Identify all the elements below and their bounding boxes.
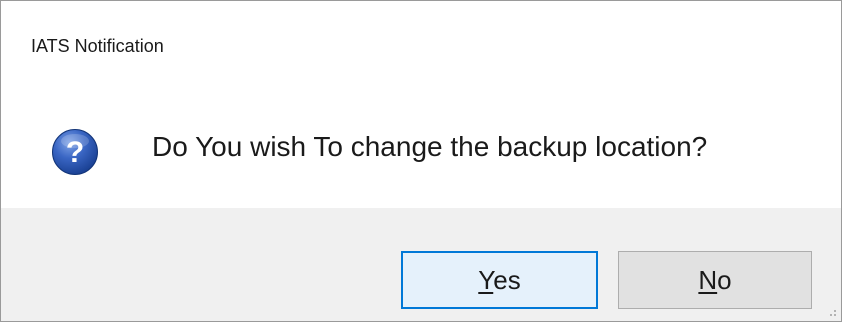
yes-mnemonic: Y bbox=[478, 264, 494, 295]
svg-text:?: ? bbox=[66, 136, 84, 169]
no-button-label: No bbox=[698, 265, 731, 296]
no-mnemonic: N bbox=[698, 264, 718, 295]
question-icon: ? bbox=[52, 129, 98, 175]
dialog-content: ? Do You wish To change the backup locat… bbox=[1, 71, 841, 208]
window-title: IATS Notification bbox=[31, 36, 164, 56]
no-button[interactable]: No bbox=[618, 251, 812, 309]
title-bar[interactable]: IATS Notification bbox=[1, 1, 841, 71]
yes-button-label: Yes bbox=[478, 265, 520, 296]
button-bar: Yes No bbox=[1, 208, 841, 321]
yes-label-rest: es bbox=[493, 264, 521, 295]
dialog-message: Do You wish To change the backup locatio… bbox=[152, 131, 708, 162]
resize-grip-icon[interactable] bbox=[827, 307, 837, 317]
yes-button[interactable]: Yes bbox=[401, 251, 598, 309]
no-label-rest: o bbox=[717, 264, 732, 295]
notification-dialog: IATS Notification ? Do You wish To chang… bbox=[0, 0, 842, 322]
